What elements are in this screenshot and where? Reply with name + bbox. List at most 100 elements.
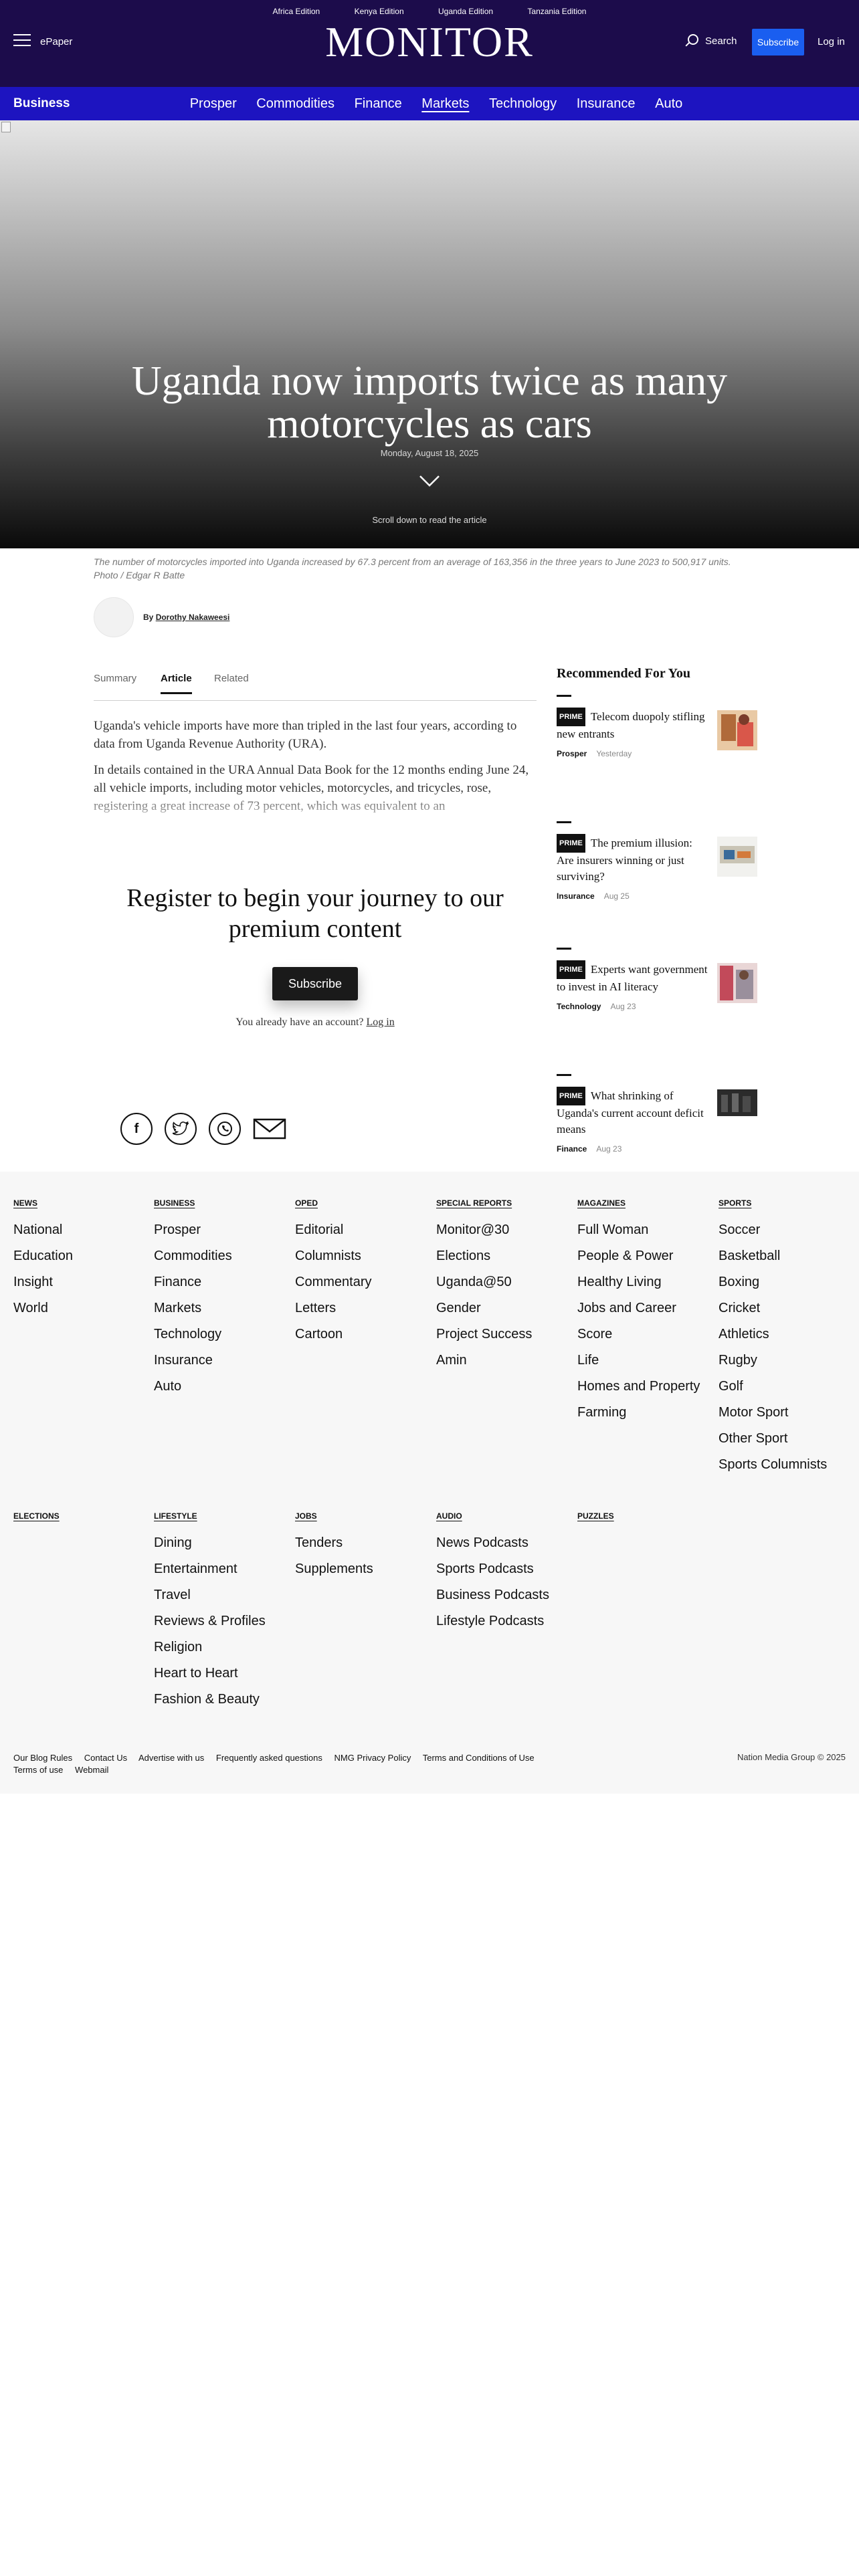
- footer-link[interactable]: Farming: [577, 1400, 711, 1426]
- recommended-thumbnail[interactable]: [717, 710, 757, 750]
- recommended-section[interactable]: Technology: [557, 1002, 601, 1011]
- footer-link[interactable]: Boxing: [719, 1269, 852, 1295]
- footer-link[interactable]: Tenders: [295, 1530, 429, 1556]
- recommended-thumbnail[interactable]: [717, 963, 757, 1003]
- footer-legal-link[interactable]: Terms and Conditions of Use: [423, 1753, 535, 1763]
- nav-link-finance[interactable]: Finance: [355, 96, 402, 112]
- footer-link[interactable]: Rugby: [719, 1348, 852, 1374]
- edition-kenya[interactable]: Kenya Edition: [355, 7, 404, 16]
- nav-link-markets[interactable]: Markets: [421, 96, 469, 112]
- edition-africa[interactable]: Africa Edition: [273, 7, 320, 16]
- footer-link[interactable]: Soccer: [719, 1217, 852, 1243]
- footer-link[interactable]: Life: [577, 1348, 711, 1374]
- chevron-down-icon[interactable]: [417, 469, 442, 494]
- footer-link[interactable]: Homes and Property: [577, 1374, 711, 1400]
- whatsapp-icon[interactable]: [209, 1113, 241, 1145]
- nav-link-commodities[interactable]: Commodities: [256, 96, 335, 112]
- recommended-item[interactable]: PRIME Experts want government to invest i…: [557, 960, 757, 1061]
- footer-link[interactable]: Commentary: [295, 1269, 429, 1295]
- footer-link[interactable]: Editorial: [295, 1217, 429, 1243]
- footer-heading[interactable]: SPECIAL REPORTS: [436, 1198, 570, 1208]
- facebook-icon[interactable]: f: [120, 1113, 153, 1145]
- footer-link[interactable]: Education: [13, 1243, 147, 1269]
- footer-link[interactable]: Travel: [154, 1582, 288, 1608]
- footer-link[interactable]: Religion: [154, 1634, 288, 1660]
- footer-heading[interactable]: LIFESTYLE: [154, 1511, 288, 1521]
- recommended-section[interactable]: Insurance: [557, 891, 595, 901]
- recommended-thumbnail[interactable]: [717, 1089, 757, 1130]
- footer-legal-link[interactable]: Our Blog Rules: [13, 1753, 72, 1763]
- footer-link[interactable]: Jobs and Career: [577, 1295, 711, 1321]
- footer-link[interactable]: Cartoon: [295, 1321, 429, 1348]
- footer-link[interactable]: Prosper: [154, 1217, 288, 1243]
- footer-link[interactable]: Sports Podcasts: [436, 1556, 570, 1582]
- footer-link[interactable]: Supplements: [295, 1556, 429, 1582]
- footer-link[interactable]: Business Podcasts: [436, 1582, 570, 1608]
- footer-heading[interactable]: JOBS: [295, 1511, 429, 1521]
- recommended-section[interactable]: Prosper: [557, 749, 587, 758]
- footer-link[interactable]: Heart to Heart: [154, 1660, 288, 1687]
- footer-link[interactable]: National: [13, 1217, 147, 1243]
- footer-link[interactable]: Motor Sport: [719, 1400, 852, 1426]
- paywall-subscribe-button[interactable]: Subscribe: [272, 967, 358, 1000]
- footer-link[interactable]: Markets: [154, 1295, 288, 1321]
- recommended-headline[interactable]: PRIME What shrinking of Uganda's current …: [557, 1087, 710, 1138]
- search-button[interactable]: Search: [684, 32, 737, 49]
- footer-link[interactable]: Monitor@30: [436, 1217, 570, 1243]
- footer-heading[interactable]: NEWS: [13, 1198, 147, 1208]
- email-icon[interactable]: [253, 1117, 286, 1141]
- footer-link[interactable]: Letters: [295, 1295, 429, 1321]
- footer-link[interactable]: News Podcasts: [436, 1530, 570, 1556]
- footer-link[interactable]: Dining: [154, 1530, 288, 1556]
- edition-tanzania[interactable]: Tanzania Edition: [527, 7, 586, 16]
- footer-heading[interactable]: BUSINESS: [154, 1198, 288, 1208]
- footer-link[interactable]: Other Sport: [719, 1426, 852, 1452]
- footer-link[interactable]: Score: [577, 1321, 711, 1348]
- footer-legal-link[interactable]: NMG Privacy Policy: [335, 1753, 411, 1763]
- footer-legal-link[interactable]: Contact Us: [84, 1753, 127, 1763]
- recommended-headline[interactable]: PRIME Experts want government to invest i…: [557, 960, 710, 995]
- recommended-headline[interactable]: PRIME The premium illusion: Are insurers …: [557, 834, 710, 885]
- footer-heading[interactable]: PUZZLES: [577, 1511, 711, 1521]
- footer-link[interactable]: Fashion & Beauty: [154, 1687, 288, 1713]
- footer-link[interactable]: Technology: [154, 1321, 288, 1348]
- footer-link[interactable]: Auto: [154, 1374, 288, 1400]
- login-link[interactable]: Log in: [818, 36, 845, 47]
- twitter-icon[interactable]: [165, 1113, 197, 1145]
- footer-heading[interactable]: OPED: [295, 1198, 429, 1208]
- footer-link[interactable]: Reviews & Profiles: [154, 1608, 288, 1634]
- footer-link[interactable]: Gender: [436, 1295, 570, 1321]
- footer-heading[interactable]: SPORTS: [719, 1198, 852, 1208]
- footer-link[interactable]: Cricket: [719, 1295, 852, 1321]
- tab-related[interactable]: Related: [214, 673, 249, 692]
- nav-link-technology[interactable]: Technology: [489, 96, 557, 112]
- footer-link[interactable]: Elections: [436, 1243, 570, 1269]
- footer-link[interactable]: Lifestyle Podcasts: [436, 1608, 570, 1634]
- nav-link-insurance[interactable]: Insurance: [577, 96, 636, 112]
- footer-link[interactable]: Insight: [13, 1269, 147, 1295]
- footer-legal-link[interactable]: Webmail: [75, 1765, 108, 1775]
- footer-link[interactable]: Entertainment: [154, 1556, 288, 1582]
- footer-link[interactable]: Athletics: [719, 1321, 852, 1348]
- footer-heading[interactable]: MAGAZINES: [577, 1198, 711, 1208]
- recommended-thumbnail[interactable]: [717, 837, 757, 877]
- recommended-item[interactable]: PRIME Telecom duopoly stifling new entran…: [557, 708, 757, 808]
- nav-link-auto[interactable]: Auto: [655, 96, 682, 112]
- footer-heading[interactable]: ELECTIONS: [13, 1511, 147, 1521]
- footer-link[interactable]: Commodities: [154, 1243, 288, 1269]
- footer-link[interactable]: Healthy Living: [577, 1269, 711, 1295]
- recommended-headline[interactable]: PRIME Telecom duopoly stifling new entran…: [557, 708, 710, 742]
- footer-link[interactable]: Basketball: [719, 1243, 852, 1269]
- paywall-login-link[interactable]: Log in: [366, 1016, 394, 1028]
- tab-summary[interactable]: Summary: [94, 673, 136, 692]
- recommended-item[interactable]: PRIME The premium illusion: Are insurers …: [557, 834, 757, 934]
- footer-legal-link[interactable]: Terms of use: [13, 1765, 63, 1775]
- footer-link[interactable]: Finance: [154, 1269, 288, 1295]
- footer-link[interactable]: Full Woman: [577, 1217, 711, 1243]
- footer-link[interactable]: Insurance: [154, 1348, 288, 1374]
- footer-link[interactable]: Columnists: [295, 1243, 429, 1269]
- footer-link[interactable]: World: [13, 1295, 147, 1321]
- footer-link[interactable]: Uganda@50: [436, 1269, 570, 1295]
- footer-link[interactable]: Golf: [719, 1374, 852, 1400]
- footer-legal-link[interactable]: Advertise with us: [138, 1753, 204, 1763]
